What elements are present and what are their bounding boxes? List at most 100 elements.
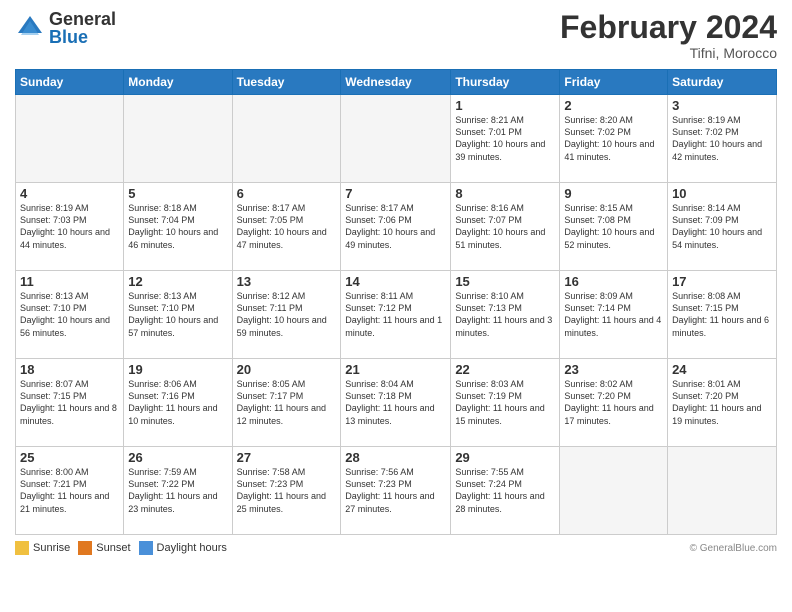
month-title: February 2024 <box>560 10 777 45</box>
weekday-header-friday: Friday <box>560 70 668 95</box>
calendar-cell <box>232 95 341 183</box>
day-info: Sunrise: 8:12 AMSunset: 7:11 PMDaylight:… <box>237 290 337 339</box>
source-label: © GeneralBlue.com <box>690 543 777 554</box>
day-number: 13 <box>237 274 337 289</box>
logo-text: General Blue <box>49 10 116 46</box>
day-number: 23 <box>564 362 663 377</box>
calendar-cell: 3Sunrise: 8:19 AMSunset: 7:02 PMDaylight… <box>668 95 777 183</box>
day-number: 14 <box>345 274 446 289</box>
sunset-color-box <box>78 541 92 555</box>
day-info: Sunrise: 8:00 AMSunset: 7:21 PMDaylight:… <box>20 466 119 515</box>
weekday-header-thursday: Thursday <box>451 70 560 95</box>
day-info: Sunrise: 8:07 AMSunset: 7:15 PMDaylight:… <box>20 378 119 427</box>
day-info: Sunrise: 8:16 AMSunset: 7:07 PMDaylight:… <box>455 202 555 251</box>
calendar-week-2: 4Sunrise: 8:19 AMSunset: 7:03 PMDaylight… <box>16 183 777 271</box>
calendar-cell: 20Sunrise: 8:05 AMSunset: 7:17 PMDayligh… <box>232 359 341 447</box>
day-info: Sunrise: 7:58 AMSunset: 7:23 PMDaylight:… <box>237 466 337 515</box>
calendar-cell: 29Sunrise: 7:55 AMSunset: 7:24 PMDayligh… <box>451 447 560 535</box>
calendar-cell <box>560 447 668 535</box>
day-number: 24 <box>672 362 772 377</box>
calendar-cell: 27Sunrise: 7:58 AMSunset: 7:23 PMDayligh… <box>232 447 341 535</box>
footer: Sunrise Sunset Daylight hours © GeneralB… <box>15 541 777 555</box>
day-info: Sunrise: 8:15 AMSunset: 7:08 PMDaylight:… <box>564 202 663 251</box>
calendar-cell: 28Sunrise: 7:56 AMSunset: 7:23 PMDayligh… <box>341 447 451 535</box>
day-info: Sunrise: 8:19 AMSunset: 7:03 PMDaylight:… <box>20 202 119 251</box>
calendar-cell: 21Sunrise: 8:04 AMSunset: 7:18 PMDayligh… <box>341 359 451 447</box>
day-number: 25 <box>20 450 119 465</box>
day-info: Sunrise: 8:17 AMSunset: 7:05 PMDaylight:… <box>237 202 337 251</box>
day-number: 15 <box>455 274 555 289</box>
calendar-cell <box>16 95 124 183</box>
day-info: Sunrise: 8:06 AMSunset: 7:16 PMDaylight:… <box>128 378 227 427</box>
weekday-header-monday: Monday <box>124 70 232 95</box>
day-number: 26 <box>128 450 227 465</box>
day-info: Sunrise: 8:05 AMSunset: 7:17 PMDaylight:… <box>237 378 337 427</box>
calendar: SundayMondayTuesdayWednesdayThursdayFrid… <box>15 69 777 535</box>
day-info: Sunrise: 8:13 AMSunset: 7:10 PMDaylight:… <box>20 290 119 339</box>
day-number: 9 <box>564 186 663 201</box>
sunrise-legend: Sunrise <box>15 541 70 555</box>
day-info: Sunrise: 7:55 AMSunset: 7:24 PMDaylight:… <box>455 466 555 515</box>
sunrise-label: Sunrise <box>33 542 70 554</box>
day-info: Sunrise: 8:17 AMSunset: 7:06 PMDaylight:… <box>345 202 446 251</box>
location: Tifni, Morocco <box>560 45 777 61</box>
weekday-header-tuesday: Tuesday <box>232 70 341 95</box>
day-number: 7 <box>345 186 446 201</box>
calendar-cell: 14Sunrise: 8:11 AMSunset: 7:12 PMDayligh… <box>341 271 451 359</box>
daylight-legend: Daylight hours <box>139 541 227 555</box>
calendar-cell: 11Sunrise: 8:13 AMSunset: 7:10 PMDayligh… <box>16 271 124 359</box>
day-number: 22 <box>455 362 555 377</box>
day-info: Sunrise: 8:08 AMSunset: 7:15 PMDaylight:… <box>672 290 772 339</box>
day-info: Sunrise: 7:56 AMSunset: 7:23 PMDaylight:… <box>345 466 446 515</box>
calendar-cell: 23Sunrise: 8:02 AMSunset: 7:20 PMDayligh… <box>560 359 668 447</box>
day-info: Sunrise: 8:21 AMSunset: 7:01 PMDaylight:… <box>455 114 555 163</box>
logo-general: General <box>49 10 116 28</box>
day-info: Sunrise: 7:59 AMSunset: 7:22 PMDaylight:… <box>128 466 227 515</box>
weekday-header-saturday: Saturday <box>668 70 777 95</box>
day-number: 28 <box>345 450 446 465</box>
day-number: 12 <box>128 274 227 289</box>
calendar-cell: 5Sunrise: 8:18 AMSunset: 7:04 PMDaylight… <box>124 183 232 271</box>
day-info: Sunrise: 8:11 AMSunset: 7:12 PMDaylight:… <box>345 290 446 339</box>
calendar-cell: 8Sunrise: 8:16 AMSunset: 7:07 PMDaylight… <box>451 183 560 271</box>
day-number: 11 <box>20 274 119 289</box>
weekday-header-wednesday: Wednesday <box>341 70 451 95</box>
day-number: 5 <box>128 186 227 201</box>
day-info: Sunrise: 8:01 AMSunset: 7:20 PMDaylight:… <box>672 378 772 427</box>
calendar-cell: 6Sunrise: 8:17 AMSunset: 7:05 PMDaylight… <box>232 183 341 271</box>
calendar-cell: 22Sunrise: 8:03 AMSunset: 7:19 PMDayligh… <box>451 359 560 447</box>
calendar-cell: 2Sunrise: 8:20 AMSunset: 7:02 PMDaylight… <box>560 95 668 183</box>
daylight-label: Daylight hours <box>157 542 227 554</box>
calendar-cell: 15Sunrise: 8:10 AMSunset: 7:13 PMDayligh… <box>451 271 560 359</box>
logo: General Blue <box>15 10 116 46</box>
logo-icon <box>15 13 45 43</box>
calendar-cell: 16Sunrise: 8:09 AMSunset: 7:14 PMDayligh… <box>560 271 668 359</box>
day-number: 4 <box>20 186 119 201</box>
day-number: 16 <box>564 274 663 289</box>
day-info: Sunrise: 8:19 AMSunset: 7:02 PMDaylight:… <box>672 114 772 163</box>
calendar-week-1: 1Sunrise: 8:21 AMSunset: 7:01 PMDaylight… <box>16 95 777 183</box>
day-info: Sunrise: 8:03 AMSunset: 7:19 PMDaylight:… <box>455 378 555 427</box>
day-info: Sunrise: 8:18 AMSunset: 7:04 PMDaylight:… <box>128 202 227 251</box>
day-info: Sunrise: 8:02 AMSunset: 7:20 PMDaylight:… <box>564 378 663 427</box>
title-section: February 2024 Tifni, Morocco <box>560 10 777 61</box>
calendar-cell: 7Sunrise: 8:17 AMSunset: 7:06 PMDaylight… <box>341 183 451 271</box>
calendar-cell <box>341 95 451 183</box>
day-info: Sunrise: 8:13 AMSunset: 7:10 PMDaylight:… <box>128 290 227 339</box>
day-info: Sunrise: 8:14 AMSunset: 7:09 PMDaylight:… <box>672 202 772 251</box>
daylight-color-box <box>139 541 153 555</box>
day-number: 27 <box>237 450 337 465</box>
calendar-cell: 17Sunrise: 8:08 AMSunset: 7:15 PMDayligh… <box>668 271 777 359</box>
day-info: Sunrise: 8:20 AMSunset: 7:02 PMDaylight:… <box>564 114 663 163</box>
day-number: 19 <box>128 362 227 377</box>
calendar-cell: 13Sunrise: 8:12 AMSunset: 7:11 PMDayligh… <box>232 271 341 359</box>
day-info: Sunrise: 8:10 AMSunset: 7:13 PMDaylight:… <box>455 290 555 339</box>
sunset-label: Sunset <box>96 542 130 554</box>
sunset-legend: Sunset <box>78 541 130 555</box>
calendar-cell: 18Sunrise: 8:07 AMSunset: 7:15 PMDayligh… <box>16 359 124 447</box>
calendar-week-4: 18Sunrise: 8:07 AMSunset: 7:15 PMDayligh… <box>16 359 777 447</box>
day-number: 2 <box>564 98 663 113</box>
calendar-cell: 1Sunrise: 8:21 AMSunset: 7:01 PMDaylight… <box>451 95 560 183</box>
calendar-cell: 9Sunrise: 8:15 AMSunset: 7:08 PMDaylight… <box>560 183 668 271</box>
day-number: 21 <box>345 362 446 377</box>
